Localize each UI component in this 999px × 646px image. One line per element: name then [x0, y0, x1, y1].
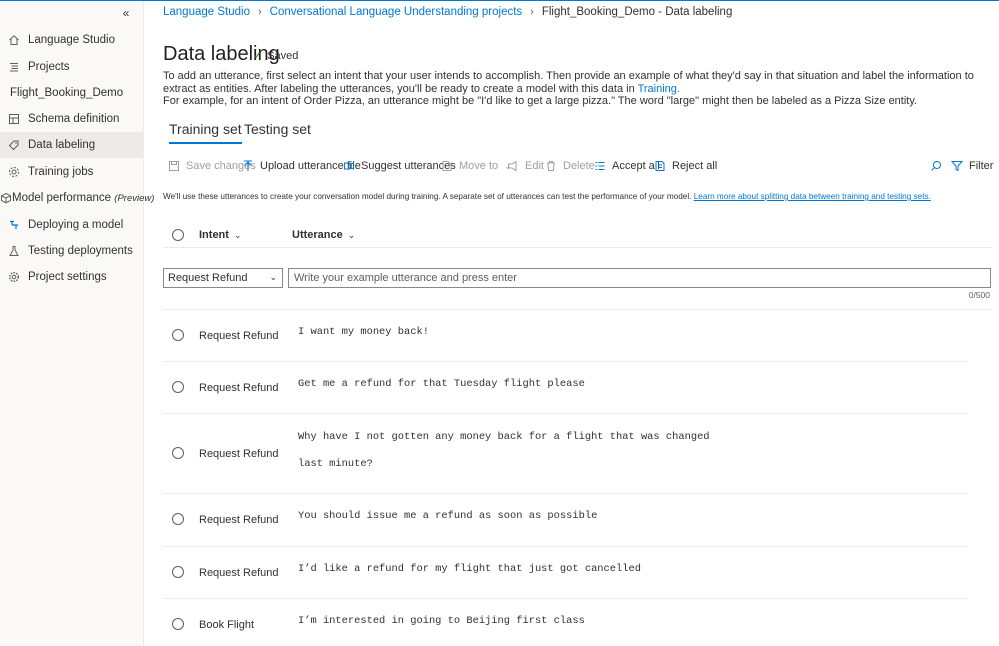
page-description: To add an utterance, first select an int…	[163, 70, 974, 95]
sidebar-item-label: Model performance (Preview)	[12, 192, 155, 204]
sidebar: « Language Studio Projects Flight_Bookin…	[0, 1, 154, 646]
save-icon	[169, 161, 179, 171]
tab-training-set[interactable]: Training set	[169, 121, 242, 144]
checkmark-icon: ✓	[253, 50, 263, 62]
table-row[interactable]: Book Flight I’m interested in going to B…	[163, 599, 968, 646]
learn-more-link[interactable]: Learn more about splitting data between …	[694, 192, 931, 201]
column-header-intent[interactable]: Intent ⌄	[199, 229, 242, 241]
suggest-utterances-button[interactable]: Suggest utterances	[343, 155, 456, 177]
intent-dropdown[interactable]: Request Refund ⌄	[163, 268, 283, 288]
chevron-right-icon: ›	[530, 6, 534, 18]
delete-button[interactable]: Delete	[545, 155, 595, 177]
list-icon	[0, 61, 28, 73]
table-row[interactable]: Request Refund I’d like a refund for my …	[163, 547, 968, 599]
search-icon	[931, 161, 941, 171]
suggest-icon	[344, 162, 354, 170]
row-intent: Request Refund	[199, 330, 279, 342]
search-button[interactable]	[930, 155, 948, 177]
row-intent: Request Refund	[199, 567, 279, 579]
move-to-button[interactable]: Move to ⌄	[441, 155, 512, 177]
splitting-note: We'll use these utterances to create you…	[163, 192, 931, 201]
training-link[interactable]: Training.	[638, 83, 680, 95]
table-header: Intent ⌄ Utterance ⌄	[163, 222, 991, 248]
cube-icon	[0, 192, 12, 204]
select-all-radio[interactable]	[172, 229, 184, 241]
sidebar-item-label: Deploying a model	[28, 219, 124, 231]
flask-icon	[0, 245, 28, 257]
page-description-example: For example, for an intent of Order Pizz…	[163, 95, 918, 107]
trash-icon	[547, 161, 555, 171]
sidebar-item-schema-definition[interactable]: Schema definition	[0, 106, 144, 132]
project-name: Flight_Booking_Demo	[10, 87, 124, 99]
breadcrumb: Language Studio › Conversational Languag…	[163, 6, 732, 18]
row-intent: Request Refund	[199, 448, 279, 460]
row-utterance: You should issue me a refund as soon as …	[298, 510, 598, 522]
sidebar-item-data-labeling[interactable]: Data labeling	[0, 132, 144, 158]
tab-testing-set[interactable]: Testing set	[244, 121, 311, 142]
row-select-radio[interactable]	[172, 566, 184, 578]
sidebar-item-label: Training jobs	[28, 166, 94, 178]
table-row[interactable]: Request Refund Why have I not gotten any…	[163, 414, 968, 494]
accept-all-button[interactable]: Accept all	[594, 155, 660, 177]
saved-status: ✓ Saved	[253, 49, 299, 63]
chevron-down-icon: ⌄	[233, 229, 242, 240]
sidebar-item-deploying-a-model[interactable]: Deploying a model	[0, 212, 144, 238]
document-x-icon	[655, 161, 665, 171]
chevron-right-icon: ›	[257, 6, 262, 18]
row-utterance: Why have I not gotten any money back for…	[298, 431, 710, 470]
row-select-radio[interactable]	[172, 381, 184, 393]
sidebar-item-label: Schema definition	[28, 113, 120, 125]
row-intent: Book Flight	[199, 619, 255, 631]
training-icon	[0, 166, 28, 178]
sidebar-item-testing-deployments[interactable]: Testing deployments	[0, 238, 144, 264]
list-check-icon	[595, 162, 605, 170]
column-header-utterance[interactable]: Utterance ⌄	[292, 229, 355, 241]
row-select-radio[interactable]	[172, 513, 184, 525]
tag-icon	[0, 139, 28, 151]
breadcrumb-language-studio[interactable]: Language Studio	[163, 6, 250, 18]
utterance-input[interactable]	[288, 268, 991, 288]
table-row[interactable]: Request Refund I want my money back!	[163, 310, 968, 362]
edit-button[interactable]: Edit	[507, 155, 544, 177]
row-utterance: I’d like a refund for my flight that jus…	[298, 563, 641, 575]
command-bar: Save changes Upload utterance file Sugge…	[163, 155, 993, 177]
sidebar-item-label: Language Studio	[28, 34, 115, 46]
sidebar-item-model-performance[interactable]: Model performance (Preview)	[0, 185, 154, 211]
row-intent: Request Refund	[199, 382, 279, 394]
sidebar-item-label: Testing deployments	[28, 245, 133, 257]
sidebar-item-label: Project settings	[28, 271, 107, 283]
row-select-radio[interactable]	[172, 329, 184, 341]
top-accent-line	[0, 0, 999, 1]
table-row[interactable]: Request Refund You should issue me a ref…	[163, 494, 968, 547]
row-utterance: I’m interested in going to Beijing first…	[298, 615, 585, 627]
row-intent: Request Refund	[199, 514, 279, 526]
sidebar-item-project-settings[interactable]: Project settings	[0, 264, 144, 290]
sidebar-item-language-studio[interactable]: Language Studio	[0, 27, 144, 53]
chevron-down-icon: ⌄	[269, 272, 277, 282]
upload-icon	[244, 160, 252, 171]
sidebar-item-label: Projects	[28, 61, 70, 73]
row-utterance: I want my money back!	[298, 326, 429, 338]
edit-icon	[508, 160, 517, 172]
collapse-sidebar-button[interactable]: «	[119, 6, 133, 20]
sidebar-item-projects[interactable]: Projects	[0, 54, 144, 80]
filter-button[interactable]: Filter	[951, 155, 993, 177]
reject-all-button[interactable]: Reject all	[654, 155, 717, 177]
character-counter: 0/500	[968, 290, 990, 300]
table-row[interactable]: Request Refund Get me a refund for that …	[163, 362, 968, 414]
gear-icon	[0, 271, 28, 283]
breadcrumb-current: Flight_Booking_Demo - Data labeling	[541, 6, 733, 18]
sidebar-item-training-jobs[interactable]: Training jobs	[0, 159, 144, 185]
schema-icon	[0, 113, 28, 125]
sidebar-item-label: Data labeling	[28, 139, 96, 151]
chevron-down-icon: ⌄	[347, 229, 356, 240]
row-utterance: Get me a refund for that Tuesday flight …	[298, 378, 585, 390]
deploy-icon	[0, 219, 28, 231]
home-icon	[0, 34, 28, 46]
row-select-radio[interactable]	[172, 447, 184, 459]
breadcrumb-clu-projects[interactable]: Conversational Language Understanding pr…	[270, 6, 523, 18]
move-icon	[442, 161, 452, 171]
filter-icon	[951, 161, 963, 172]
row-select-radio[interactable]	[172, 618, 184, 630]
